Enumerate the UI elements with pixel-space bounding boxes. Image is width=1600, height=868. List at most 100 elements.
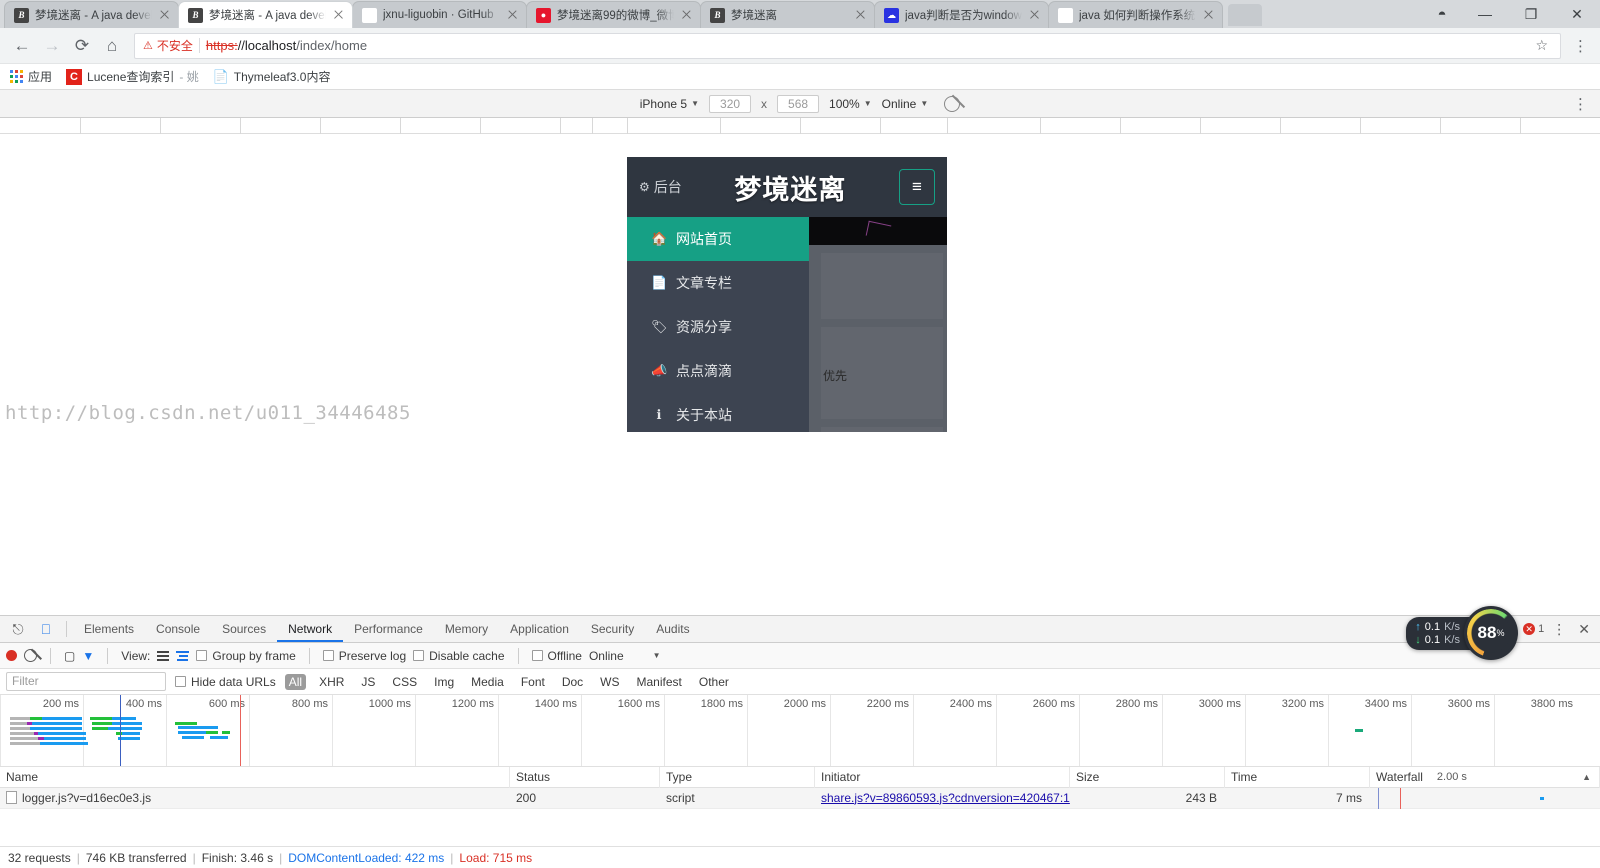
filter-input[interactable]: Filter [6, 672, 166, 691]
cell-type: script [666, 790, 695, 805]
back-button[interactable]: ← [8, 32, 36, 60]
cell-initiator[interactable]: share.js?v=89860593.js?cdnversion=420467… [815, 788, 1070, 809]
network-throttle-selector[interactable]: Online ▼ [882, 97, 929, 111]
tick-label: 2600 ms [1032, 698, 1075, 710]
maximize-button[interactable]: ❐ [1508, 0, 1554, 28]
network-speed-widget[interactable]: ↑ 0.1 K/s ↓ 0.1 K/s 88% [1406, 606, 1518, 660]
column-header-name[interactable]: Name [0, 767, 510, 788]
tab-audits[interactable]: Audits [645, 616, 700, 642]
forward-button[interactable]: → [38, 32, 66, 60]
hamburger-menu-icon[interactable]: ≡ [899, 169, 935, 205]
tab-performance[interactable]: Performance [343, 616, 434, 642]
nav-item-articles[interactable]: 📄 文章专栏 [627, 261, 809, 305]
bookmark-thymeleaf[interactable]: 📄 Thymeleaf3.0内容 [213, 68, 330, 85]
waterfall-view-icon[interactable] [176, 650, 190, 661]
browser-tab-4[interactable]: ● 梦境迷离99的微博_微博 [526, 1, 701, 28]
nav-item-home[interactable]: 🏠 网站首页 [627, 217, 809, 261]
chevron-down-icon[interactable]: ▼ [653, 651, 661, 660]
bookmark-star-icon[interactable]: ☆ [1531, 37, 1552, 54]
column-header-size[interactable]: Size [1070, 767, 1225, 788]
new-tab-button[interactable] [1228, 4, 1262, 26]
type-filter-other[interactable]: Other [695, 674, 733, 690]
device-toggle-icon[interactable]: ⎕ [32, 616, 60, 642]
disable-cache-checkbox[interactable]: Disable cache [413, 649, 505, 663]
browser-tab-5[interactable]: B 梦境迷离 [700, 1, 875, 28]
type-filter-media[interactable]: Media [467, 674, 508, 690]
nav-item-moments[interactable]: 📣 点点滴滴 [627, 349, 809, 393]
browser-tab-7[interactable]: ☺ java 如何判断操作系统是 [1048, 1, 1223, 28]
tab-application[interactable]: Application [499, 616, 580, 642]
nav-item-about[interactable]: ℹ 关于本站 [627, 393, 809, 432]
browser-tab-3[interactable]: ◉ jxnu-liguobin · GitHub [352, 1, 527, 28]
viewport-width-input[interactable]: 320 [709, 94, 752, 113]
list-view-icon[interactable] [157, 650, 170, 661]
throttle-value[interactable]: Online [589, 649, 624, 663]
mobile-viewport[interactable]: ⚙ 后台 梦境迷离 ≡ 优先 🏠 网站首页 📄 文章专栏 🏷 资源分享 📣 点点… [627, 157, 947, 432]
close-icon[interactable] [1202, 8, 1216, 22]
filter-toggle-icon[interactable]: ▼ [82, 649, 94, 663]
close-button[interactable]: ✕ [1554, 0, 1600, 28]
browser-tab-2[interactable]: B 梦境迷离 - A java devel [178, 1, 353, 28]
device-toolbar-menu-icon[interactable]: ⋮ [1569, 95, 1592, 113]
hide-data-urls-checkbox[interactable]: Hide data URLs [175, 675, 276, 689]
tab-security[interactable]: Security [580, 616, 645, 642]
speed-gauge[interactable]: 88% [1464, 606, 1518, 660]
tab-memory[interactable]: Memory [434, 616, 499, 642]
browser-menu-icon[interactable]: ⋮ [1569, 37, 1592, 55]
table-row[interactable]: logger.js?v=d16ec0e3.js 200 script share… [0, 787, 1600, 809]
column-header-time[interactable]: Time [1225, 767, 1370, 788]
close-icon[interactable] [158, 8, 172, 22]
preserve-log-checkbox[interactable]: Preserve log [322, 649, 406, 663]
close-icon[interactable] [854, 8, 868, 22]
error-badge[interactable]: ✕ 1 [1523, 623, 1544, 635]
tab-console[interactable]: Console [145, 616, 211, 642]
type-filter-manifest[interactable]: Manifest [633, 674, 686, 690]
admin-link[interactable]: ⚙ 后台 [639, 177, 682, 197]
type-filter-all[interactable]: All [284, 673, 307, 690]
type-filter-ws[interactable]: WS [596, 674, 623, 690]
address-bar[interactable]: ⚠ 不安全 https://localhost/index/home ☆ [134, 32, 1561, 59]
network-overview-timeline[interactable]: 200 ms 400 ms 600 ms 800 ms 1000 ms 1200… [0, 695, 1600, 767]
close-icon[interactable] [506, 8, 520, 22]
zoom-selector[interactable]: 100% ▼ [829, 97, 872, 111]
inspect-icon[interactable]: ⎋ [4, 616, 32, 642]
home-button[interactable]: ⌂ [98, 32, 126, 60]
initiator-link[interactable]: share.js?v=89860593.js?cdnversion=420467… [821, 791, 1070, 805]
no-throttling-icon[interactable] [944, 95, 961, 112]
clear-button[interactable] [24, 649, 37, 662]
column-header-status[interactable]: Status [510, 767, 660, 788]
column-header-waterfall[interactable]: Waterfall 2.00 s ▲ [1370, 767, 1600, 788]
sort-arrow-icon[interactable]: ▲ [1582, 767, 1599, 788]
close-icon[interactable] [680, 8, 694, 22]
type-filter-js[interactable]: JS [357, 674, 379, 690]
tab-elements[interactable]: Elements [73, 616, 145, 642]
device-selector[interactable]: iPhone 5 ▼ [640, 97, 699, 111]
group-by-frame-checkbox[interactable]: Group by frame [196, 649, 296, 663]
bookmark-apps[interactable]: 应用 [10, 68, 52, 85]
viewport-height-input[interactable]: 568 [777, 94, 820, 113]
devtools-close-icon[interactable]: ✕ [1574, 621, 1594, 638]
type-filter-css[interactable]: CSS [388, 674, 421, 690]
tab-network[interactable]: Network [277, 616, 344, 642]
close-icon[interactable] [332, 8, 346, 22]
devtools-more-menu-icon[interactable]: ⋮ [1548, 621, 1570, 638]
minimize-button[interactable]: — [1462, 0, 1508, 28]
bookmark-lucene[interactable]: C Lucene查询索引 - 姚 [66, 68, 199, 85]
close-icon[interactable] [1028, 8, 1042, 22]
type-filter-xhr[interactable]: XHR [315, 674, 348, 690]
type-filter-img[interactable]: Img [430, 674, 458, 690]
record-button[interactable] [6, 650, 17, 661]
column-header-initiator[interactable]: Initiator [815, 767, 1070, 788]
profile-icon[interactable]: ◓ [1422, 0, 1462, 28]
browser-tab-6[interactable]: ☁ java判断是否为windows [874, 1, 1049, 28]
tab-sources[interactable]: Sources [211, 616, 277, 642]
type-filter-doc[interactable]: Doc [558, 674, 587, 690]
capture-screenshots-icon[interactable]: ▢ [64, 649, 75, 663]
browser-tab-1[interactable]: B 梦境迷离 - A java devel [4, 1, 179, 28]
offline-checkbox[interactable]: Offline [531, 649, 582, 663]
nav-item-resources[interactable]: 🏷 资源分享 [627, 305, 809, 349]
type-filter-font[interactable]: Font [517, 674, 549, 690]
reload-button[interactable]: ⟳ [68, 32, 96, 60]
security-warning[interactable]: ⚠ 不安全 [143, 37, 193, 54]
column-header-type[interactable]: Type [660, 767, 815, 788]
